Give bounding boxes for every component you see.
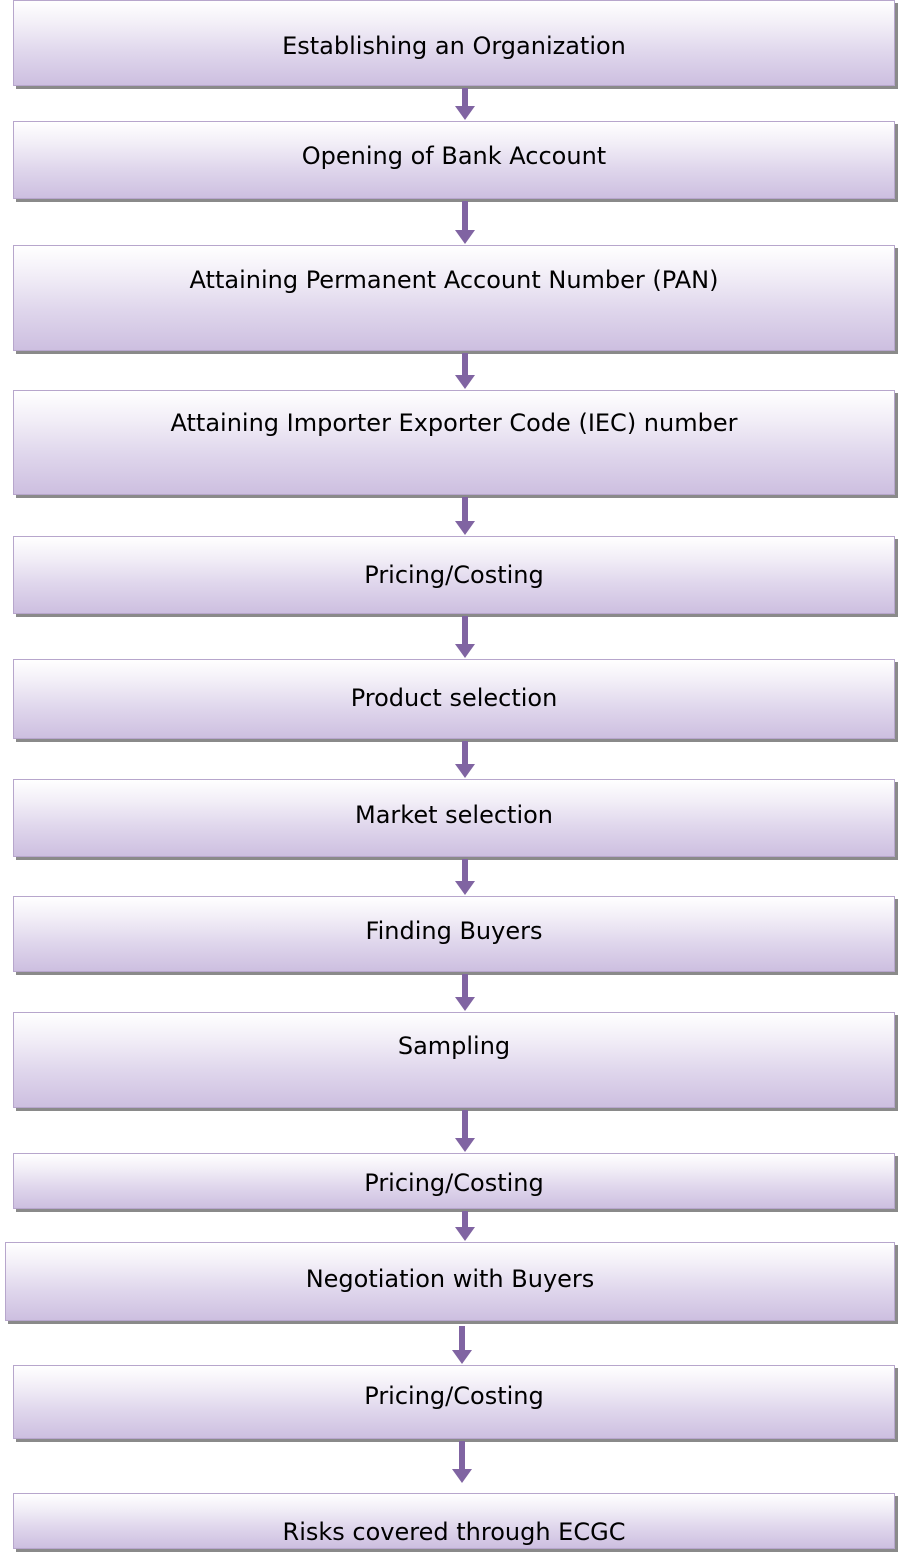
flow-arrow-icon xyxy=(455,353,475,389)
step-label: Negotiation with Buyers xyxy=(305,1265,595,1293)
step-pricing-costing: Pricing/Costing xyxy=(13,536,895,614)
step-label: Market selection xyxy=(355,801,553,829)
step-attaining-pan: Attaining Permanent Account Number (PAN) xyxy=(13,245,895,351)
step-establishing-organization: Establishing an Organization xyxy=(13,0,895,86)
flow-arrow-icon xyxy=(455,616,475,658)
flow-arrow-icon xyxy=(455,1110,475,1152)
step-pricing-costing: Pricing/Costing xyxy=(13,1153,895,1209)
step-label: Opening of Bank Account xyxy=(301,142,607,170)
step-label: Attaining Importer Exporter Code (IEC) n… xyxy=(170,409,738,437)
flow-arrow-icon xyxy=(455,201,475,244)
flow-arrow-icon xyxy=(455,1211,475,1241)
step-risks-covered-ecgc: Risks covered through ECGC xyxy=(13,1493,895,1549)
step-label: Pricing/Costing xyxy=(364,561,544,589)
flow-arrow-icon xyxy=(455,497,475,535)
step-label: Establishing an Organization xyxy=(282,32,626,60)
step-label: Sampling xyxy=(397,1032,511,1060)
step-market-selection: Market selection xyxy=(13,779,895,857)
step-label: Risks covered through ECGC xyxy=(282,1518,626,1546)
step-negotiation-with-buyers: Negotiation with Buyers xyxy=(5,1242,895,1321)
step-label: Attaining Permanent Account Number (PAN) xyxy=(189,266,719,294)
flow-arrow-icon xyxy=(452,1326,472,1364)
step-pricing-costing: Pricing/Costing xyxy=(13,1365,895,1439)
step-attaining-iec: Attaining Importer Exporter Code (IEC) n… xyxy=(13,390,895,495)
flow-arrow-icon xyxy=(455,859,475,895)
step-sampling: Sampling xyxy=(13,1012,895,1108)
step-opening-bank-account: Opening of Bank Account xyxy=(13,121,895,199)
step-label: Product selection xyxy=(350,684,558,712)
flow-arrow-icon xyxy=(455,741,475,778)
flow-arrow-icon xyxy=(455,88,475,120)
step-label: Pricing/Costing xyxy=(364,1169,544,1197)
flow-arrow-icon xyxy=(455,974,475,1011)
step-label: Finding Buyers xyxy=(365,917,543,945)
step-product-selection: Product selection xyxy=(13,659,895,739)
step-label: Pricing/Costing xyxy=(364,1382,544,1410)
step-finding-buyers: Finding Buyers xyxy=(13,896,895,972)
flow-arrow-icon xyxy=(452,1441,472,1483)
